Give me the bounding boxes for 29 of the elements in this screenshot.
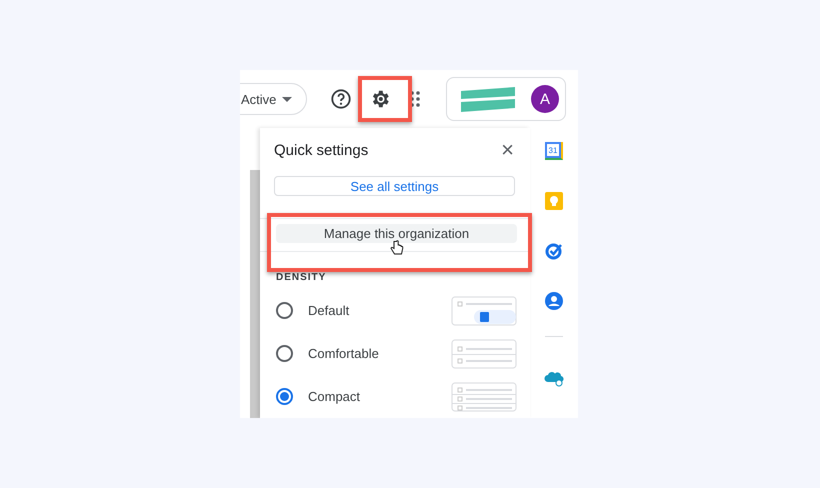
manage-organization-button[interactable]: Manage this organization [276,224,517,244]
lightbulb-icon [545,192,563,210]
panel-title: Quick settings [274,142,368,158]
account-card[interactable]: A [446,77,566,121]
radio-button[interactable] [276,302,293,319]
option-label: Compact [308,389,362,404]
radio-button[interactable] [276,345,293,362]
scrollbar-thumb[interactable] [250,170,260,418]
close-button[interactable]: × [501,142,514,158]
see-all-settings-button[interactable]: See all settings [274,176,515,196]
cloud-icon [544,369,564,387]
option-label: Default [308,303,350,318]
section-heading: DENSITY [276,272,328,283]
status-dropdown[interactable]: Active [240,83,308,115]
check-circle-icon [545,242,563,260]
help-icon [330,88,352,110]
calendar-button[interactable]: 31 [545,142,563,160]
avatar[interactable]: A [531,85,559,113]
logo-icon [461,85,515,113]
density-preview-icon [451,382,517,412]
caret-icon [282,96,292,102]
density-preview-icon [451,338,517,368]
radio-button[interactable] [276,388,293,405]
hand-cursor-icon [390,240,404,256]
person-icon [545,292,563,310]
option-label: Comfortable [308,346,380,361]
density-preview-icon [451,296,517,326]
apps-grid-icon [410,91,420,107]
contacts-button[interactable] [543,290,565,312]
